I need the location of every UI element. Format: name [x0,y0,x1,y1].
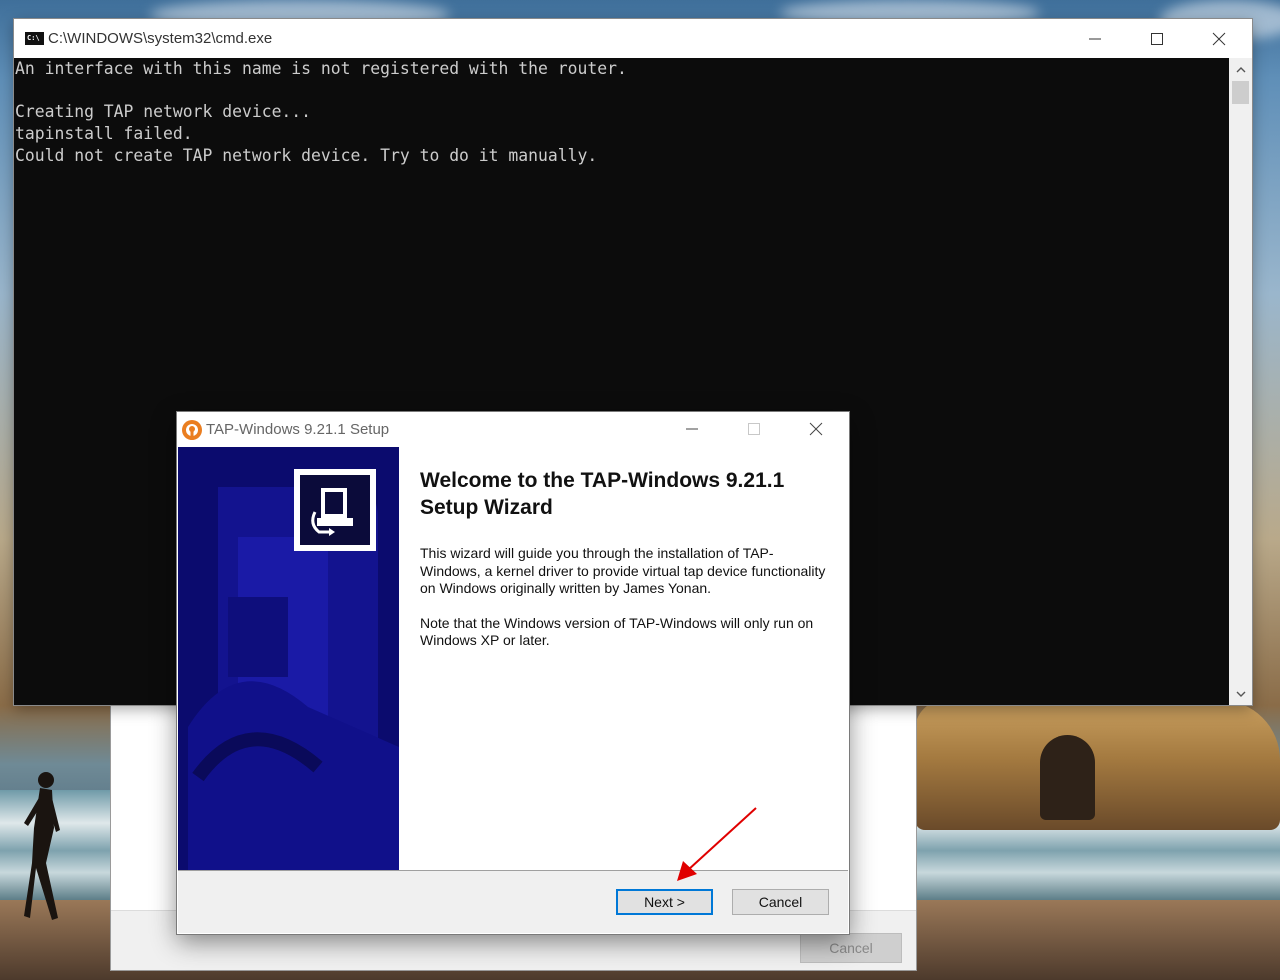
setup-titlebar[interactable]: TAP-Windows 9.21.1 Setup [177,412,849,447]
wallpaper-rock [915,700,1280,830]
wizard-heading: Welcome to the TAP-Windows 9.21.1 Setup … [420,469,785,519]
close-icon [809,422,823,435]
cmd-window-title: C:\WINDOWS\system32\cmd.exe [48,30,273,47]
setup-window-title: TAP-Windows 9.21.1 Setup [206,421,390,438]
chevron-up-icon [1236,66,1245,72]
chevron-down-icon [1236,691,1245,697]
maximize-icon [1151,32,1163,45]
next-button[interactable]: Next > [616,889,713,915]
cancel-button[interactable]: Cancel [732,889,829,915]
close-button[interactable] [1188,19,1250,58]
wizard-button-bar: Next > Cancel [178,870,848,933]
tap-setup-dialog: TAP-Windows 9.21.1 Setup Welcome to the … [177,412,849,934]
cmd-app-icon: C:\ [25,32,44,45]
wizard-content: Welcome to the TAP-Windows 9.21.1 Setup … [420,467,830,650]
setup-maximize-button [723,412,785,445]
maximize-button[interactable] [1126,19,1188,58]
console-scrollbar[interactable] [1229,58,1252,705]
console-line: Could not create TAP network device. Try… [15,145,598,165]
scroll-down-button[interactable] [1229,685,1252,703]
wizard-sidebar-banner [178,447,399,870]
background-cancel-button: Cancel [800,933,902,963]
console-line: Creating TAP network device... [15,102,312,122]
minimize-button[interactable] [1064,19,1126,58]
minimize-icon [686,428,698,429]
console-line: tapinstall failed. [15,124,193,144]
minimize-icon [1089,38,1101,39]
setup-close-button[interactable] [785,412,847,445]
cmd-titlebar[interactable]: C:\ C:\WINDOWS\system32\cmd.exe [14,19,1252,58]
runner-silhouette [24,772,60,920]
scroll-up-button[interactable] [1229,60,1252,78]
tap-driver-icon [294,469,376,551]
maximize-icon [748,422,760,435]
console-line: An interface with this name is not regis… [15,59,627,78]
openvpn-logo-icon [182,420,202,440]
setup-minimize-button[interactable] [661,412,723,445]
wizard-note: Note that the Windows version of TAP-Win… [420,614,814,649]
close-icon [1212,32,1226,45]
wizard-description: This wizard will guide you through the i… [420,545,826,596]
scroll-thumb[interactable] [1232,81,1249,104]
computer-device-icon [311,488,353,536]
